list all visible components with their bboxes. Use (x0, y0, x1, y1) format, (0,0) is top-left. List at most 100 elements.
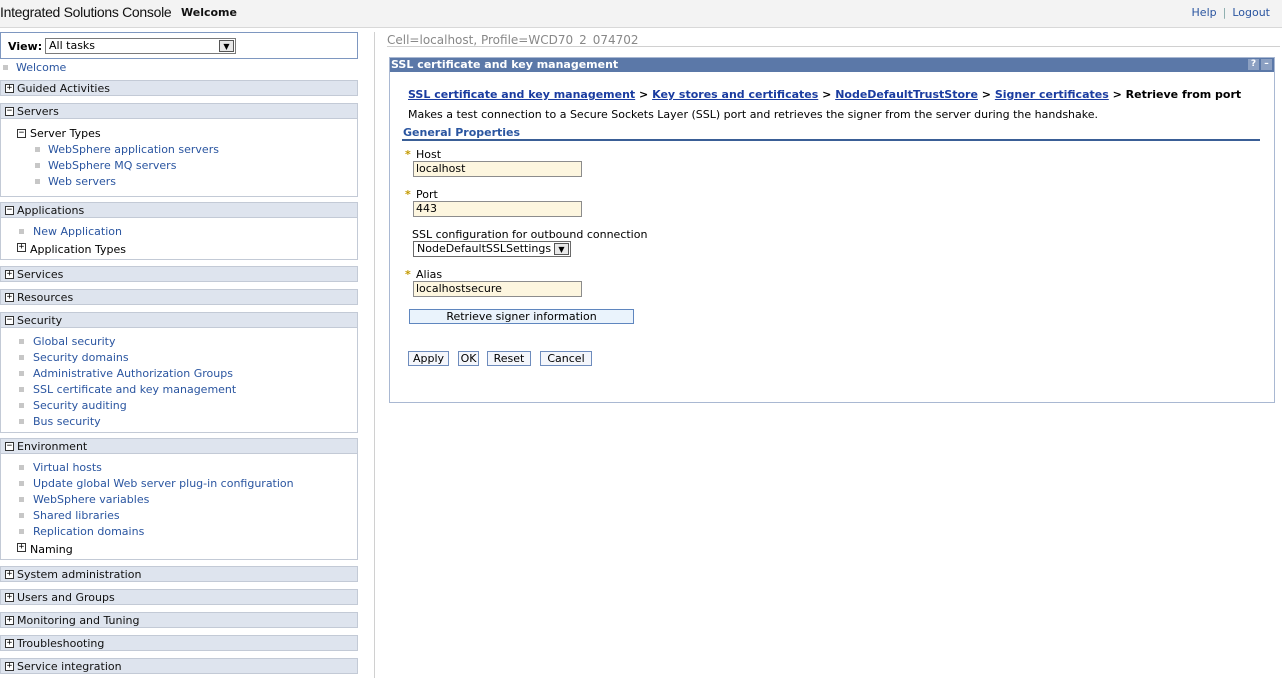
bullet-icon (35, 179, 40, 184)
bullet-icon (19, 229, 24, 234)
breadcrumb-key-stores[interactable]: Key stores and certificates (652, 88, 818, 101)
cancel-button[interactable]: Cancel (540, 351, 592, 366)
alias-label: Alias (416, 268, 443, 281)
collapse-icon[interactable]: − (5, 206, 14, 215)
nav-group-resources[interactable]: + Resources (0, 289, 358, 305)
collapse-icon[interactable]: − (5, 107, 14, 116)
minimize-icon[interactable]: – (1261, 59, 1272, 70)
collapse-icon[interactable]: − (5, 442, 14, 451)
bullet-icon (19, 465, 24, 470)
nav-group-system-administration[interactable]: + System administration (0, 566, 358, 582)
expand-icon[interactable]: + (17, 243, 26, 252)
nav-group-monitoring-tuning[interactable]: + Monitoring and Tuning (0, 612, 358, 628)
bullet-icon (19, 481, 24, 486)
breadcrumb-trust-store[interactable]: NodeDefaultTrustStore (835, 88, 978, 101)
collapse-icon[interactable]: − (5, 316, 14, 325)
breadcrumb: SSL certificate and key management > Key… (408, 88, 1241, 101)
breadcrumb-signer-certificates[interactable]: Signer certificates (995, 88, 1109, 101)
nav-group-security[interactable]: − Security (0, 312, 358, 328)
view-select[interactable]: All tasks ▼ (45, 38, 236, 54)
nav-bus-security[interactable]: Bus security (33, 415, 101, 428)
nav-group-label: Service integration (17, 660, 122, 673)
welcome-label: Welcome (181, 6, 237, 19)
port-input[interactable]: 443 (413, 201, 582, 217)
expand-icon[interactable]: + (5, 639, 14, 648)
reset-button[interactable]: Reset (487, 351, 531, 366)
nav-security-domains[interactable]: Security domains (33, 351, 129, 364)
alias-input[interactable]: localhostsecure (413, 281, 582, 297)
bullet-icon (35, 147, 40, 152)
nav-virtual-hosts[interactable]: Virtual hosts (33, 461, 102, 474)
expand-icon[interactable]: + (5, 270, 14, 279)
nav-environment-body: Virtual hosts Update global Web server p… (0, 454, 358, 560)
help-link[interactable]: Help (1192, 6, 1217, 19)
nav-new-application[interactable]: New Application (33, 225, 122, 238)
host-input[interactable]: localhost (413, 161, 582, 177)
breadcrumb-separator: > (822, 88, 832, 101)
nav-global-security[interactable]: Global security (33, 335, 116, 348)
retrieve-signer-button[interactable]: Retrieve signer information (409, 309, 634, 324)
nav-update-plugin-config[interactable]: Update global Web server plug-in configu… (33, 477, 294, 490)
top-links-separator: | (1222, 6, 1227, 19)
expand-icon[interactable]: + (5, 570, 14, 579)
required-icon: * (405, 148, 411, 161)
bullet-icon (19, 371, 24, 376)
nav-group-label: Servers (17, 105, 59, 118)
panel-title: SSL certificate and key management (391, 58, 619, 71)
breadcrumb-separator: > (639, 88, 649, 101)
nav-web-servers[interactable]: Web servers (48, 175, 116, 188)
breadcrumb-separator: > (981, 88, 991, 101)
bullet-icon (19, 497, 24, 502)
port-label: Port (416, 188, 438, 201)
nav-group-users-and-groups[interactable]: + Users and Groups (0, 589, 358, 605)
collapse-icon[interactable]: − (17, 129, 26, 138)
expand-icon[interactable]: + (5, 84, 14, 93)
ssl-config-select[interactable]: NodeDefaultSSLSettings ▼ (413, 241, 571, 257)
bullet-icon (35, 163, 40, 168)
nav-application-types[interactable]: Application Types (30, 243, 126, 256)
top-banner: Integrated Solutions Console Welcome Hel… (0, 0, 1282, 28)
nav-group-services[interactable]: + Services (0, 266, 358, 282)
nav-group-servers[interactable]: − Servers (0, 103, 358, 119)
breadcrumb-current: Retrieve from port (1125, 88, 1242, 101)
expand-icon[interactable]: + (17, 543, 26, 552)
nav-server-types[interactable]: Server Types (30, 127, 101, 140)
nav-naming[interactable]: Naming (30, 543, 73, 556)
nav-group-applications[interactable]: − Applications (0, 202, 358, 218)
nav-ssl-certificate-key-management[interactable]: SSL certificate and key management (33, 383, 236, 396)
nav-group-label: Users and Groups (17, 591, 115, 604)
nav-replication-domains[interactable]: Replication domains (33, 525, 144, 538)
ok-button[interactable]: OK (458, 351, 479, 366)
help-icon[interactable]: ? (1248, 59, 1259, 70)
nav-group-label: Services (17, 268, 64, 281)
nav-admin-authorization-groups[interactable]: Administrative Authorization Groups (33, 367, 233, 380)
nav-shared-libraries[interactable]: Shared libraries (33, 509, 120, 522)
apply-button[interactable]: Apply (408, 351, 449, 366)
nav-group-label: Applications (17, 204, 85, 217)
cell-profile-line: Cell=localhost, Profile=WCD70_2_074702 (387, 33, 639, 47)
nav-divider (374, 32, 375, 678)
nav-websphere-mq-servers[interactable]: WebSphere MQ servers (48, 159, 176, 172)
expand-icon[interactable]: + (5, 662, 14, 671)
nav-group-label: Resources (17, 291, 74, 304)
expand-icon[interactable]: + (5, 293, 14, 302)
nav-group-guided-activities[interactable]: + Guided Activities (0, 80, 358, 96)
bullet-icon (19, 419, 24, 424)
breadcrumb-ssl-management[interactable]: SSL certificate and key management (408, 88, 635, 101)
expand-icon[interactable]: + (5, 593, 14, 602)
nav-security-auditing[interactable]: Security auditing (33, 399, 127, 412)
nav-group-troubleshooting[interactable]: + Troubleshooting (0, 635, 358, 651)
nav-group-service-integration[interactable]: + Service integration (0, 658, 358, 674)
nav-websphere-variables[interactable]: WebSphere variables (33, 493, 149, 506)
nav-group-label: Security (17, 314, 63, 327)
expand-icon[interactable]: + (5, 616, 14, 625)
ssl-config-label: SSL configuration for outbound connectio… (412, 228, 648, 241)
logout-link[interactable]: Logout (1232, 6, 1270, 19)
required-icon: * (405, 188, 411, 201)
nav-websphere-app-servers[interactable]: WebSphere application servers (48, 143, 219, 156)
cell-divider (387, 46, 1280, 47)
chevron-down-icon[interactable]: ▼ (219, 40, 234, 52)
nav-welcome-link[interactable]: Welcome (16, 61, 66, 74)
nav-group-environment[interactable]: − Environment (0, 438, 358, 454)
chevron-down-icon[interactable]: ▼ (554, 243, 569, 255)
